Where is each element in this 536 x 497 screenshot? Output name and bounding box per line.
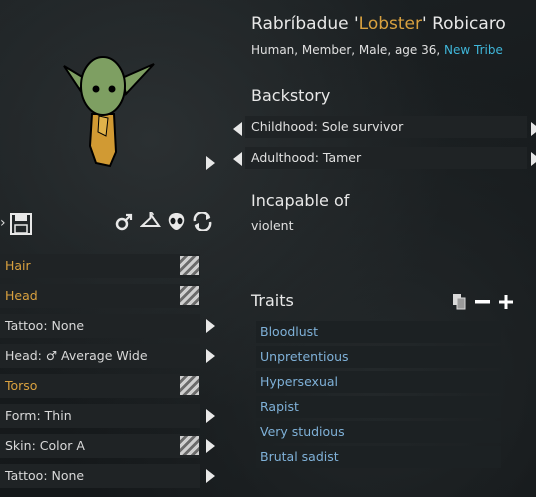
next-arrow[interactable] (206, 349, 215, 363)
next-arrow[interactable] (531, 122, 536, 136)
hatch-swatch-icon[interactable] (180, 436, 199, 455)
clothes-hanger-icon[interactable] (140, 212, 161, 231)
left-edge-arrow-icon[interactable]: › (0, 216, 6, 230)
next-arrow[interactable] (206, 319, 215, 333)
pawn-subline: Human, Member, Male, age 36, New Tribe (251, 43, 503, 57)
next-arrow[interactable] (206, 409, 215, 423)
hatch-swatch-icon[interactable] (180, 256, 199, 275)
faction-link[interactable]: New Tribe (444, 43, 503, 57)
trait-item[interactable]: Rapist (256, 396, 501, 418)
pawn-portrait (63, 56, 155, 168)
next-arrow[interactable] (531, 152, 536, 166)
trait-item[interactable]: Unpretentious (256, 346, 501, 368)
save-icon[interactable] (10, 213, 32, 235)
appearance-row-tattoo[interactable]: Tattoo: None (0, 314, 200, 338)
pawn-name: Rabríbadue 'Lobster' Robicaro (251, 14, 506, 34)
prev-arrow[interactable] (233, 152, 242, 166)
trait-item[interactable]: Bloodlust (256, 321, 501, 343)
backstory-title: Backstory (251, 86, 331, 105)
appearance-row-head[interactable]: Head (0, 284, 200, 308)
appearance-row-skin[interactable]: Skin: Color A (0, 434, 200, 458)
trait-item[interactable]: Brutal sadist (256, 446, 501, 468)
male-symbol-icon[interactable] (115, 212, 134, 231)
next-arrow[interactable] (206, 469, 215, 483)
hatch-swatch-icon[interactable] (180, 376, 199, 395)
remove-icon[interactable] (475, 294, 490, 309)
appearance-row-body-tattoo[interactable]: Tattoo: None (0, 464, 200, 488)
incapable-title: Incapable of (251, 191, 350, 210)
icon-toolbar (115, 212, 213, 236)
backstory-adulthood[interactable]: Adulthood: Tamer (245, 147, 527, 169)
appearance-row-head-type[interactable]: Head: ♂ Average Wide (0, 344, 200, 368)
hatch-swatch-icon[interactable] (180, 286, 199, 305)
trait-item[interactable]: Hypersexual (256, 371, 501, 393)
prev-arrow[interactable] (233, 122, 242, 136)
portrait-next-arrow[interactable] (206, 156, 215, 170)
appearance-row-form[interactable]: Form: Thin (0, 404, 200, 428)
appearance-row-hair[interactable]: Hair (0, 254, 200, 278)
incapable-value: violent (251, 218, 294, 233)
trait-item[interactable]: Very studious (256, 421, 501, 443)
traits-title: Traits (251, 291, 294, 310)
traits-toolbar (452, 293, 513, 310)
next-arrow[interactable] (206, 439, 215, 453)
add-icon[interactable] (499, 294, 513, 309)
appearance-row-torso[interactable]: Torso (0, 374, 200, 398)
copy-icon[interactable] (452, 293, 466, 310)
backstory-childhood[interactable]: Childhood: Sole survivor (245, 116, 527, 138)
alien-head-icon[interactable] (167, 212, 186, 231)
cycle-arrows-icon[interactable] (192, 212, 213, 231)
